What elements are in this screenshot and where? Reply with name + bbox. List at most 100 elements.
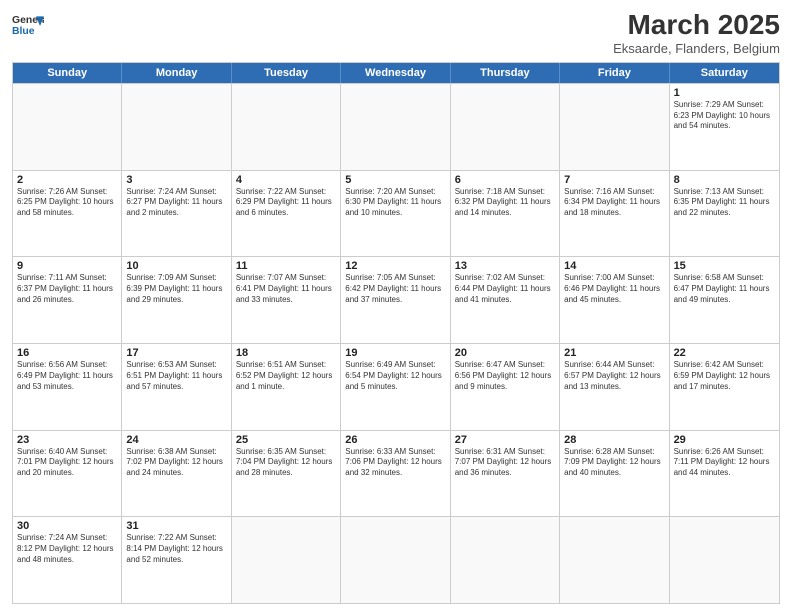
calendar-row-2: 9Sunrise: 7:11 AM Sunset: 6:37 PM Daylig… xyxy=(13,256,779,343)
calendar-cell-empty xyxy=(341,517,450,603)
day-info: Sunrise: 7:13 AM Sunset: 6:35 PM Dayligh… xyxy=(674,187,775,219)
day-info: Sunrise: 6:42 AM Sunset: 6:59 PM Dayligh… xyxy=(674,360,775,392)
svg-text:Blue: Blue xyxy=(12,26,35,37)
calendar-cell-day-12: 12Sunrise: 7:05 AM Sunset: 6:42 PM Dayli… xyxy=(341,257,450,343)
day-info: Sunrise: 7:29 AM Sunset: 6:23 PM Dayligh… xyxy=(674,100,775,132)
day-info: Sunrise: 7:22 AM Sunset: 8:14 PM Dayligh… xyxy=(126,533,226,565)
day-number: 10 xyxy=(126,260,226,272)
calendar-cell-empty xyxy=(451,84,560,170)
calendar-cell-day-22: 22Sunrise: 6:42 AM Sunset: 6:59 PM Dayli… xyxy=(670,344,779,430)
day-info: Sunrise: 6:53 AM Sunset: 6:51 PM Dayligh… xyxy=(126,360,226,392)
calendar-cell-empty xyxy=(451,517,560,603)
calendar-page: General Blue March 2025 Eksaarde, Flande… xyxy=(0,0,792,612)
day-number: 13 xyxy=(455,260,555,272)
calendar-cell-day-7: 7Sunrise: 7:16 AM Sunset: 6:34 PM Daylig… xyxy=(560,171,669,257)
day-info: Sunrise: 6:28 AM Sunset: 7:09 PM Dayligh… xyxy=(564,447,664,479)
calendar-cell-empty xyxy=(122,84,231,170)
day-number: 6 xyxy=(455,174,555,186)
calendar-cell-day-29: 29Sunrise: 6:26 AM Sunset: 7:11 PM Dayli… xyxy=(670,431,779,517)
day-info: Sunrise: 6:49 AM Sunset: 6:54 PM Dayligh… xyxy=(345,360,445,392)
day-info: Sunrise: 7:07 AM Sunset: 6:41 PM Dayligh… xyxy=(236,273,336,305)
calendar-cell-day-23: 23Sunrise: 6:40 AM Sunset: 7:01 PM Dayli… xyxy=(13,431,122,517)
day-info: Sunrise: 6:47 AM Sunset: 6:56 PM Dayligh… xyxy=(455,360,555,392)
calendar-cell-day-18: 18Sunrise: 6:51 AM Sunset: 6:52 PM Dayli… xyxy=(232,344,341,430)
day-info: Sunrise: 6:38 AM Sunset: 7:02 PM Dayligh… xyxy=(126,447,226,479)
calendar-cell-day-4: 4Sunrise: 7:22 AM Sunset: 6:29 PM Daylig… xyxy=(232,171,341,257)
day-info: Sunrise: 7:22 AM Sunset: 6:29 PM Dayligh… xyxy=(236,187,336,219)
calendar-cell-day-28: 28Sunrise: 6:28 AM Sunset: 7:09 PM Dayli… xyxy=(560,431,669,517)
calendar-cell-day-13: 13Sunrise: 7:02 AM Sunset: 6:44 PM Dayli… xyxy=(451,257,560,343)
calendar: SundayMondayTuesdayWednesdayThursdayFrid… xyxy=(12,62,780,604)
calendar-cell-day-25: 25Sunrise: 6:35 AM Sunset: 7:04 PM Dayli… xyxy=(232,431,341,517)
day-info: Sunrise: 6:35 AM Sunset: 7:04 PM Dayligh… xyxy=(236,447,336,479)
calendar-cell-day-8: 8Sunrise: 7:13 AM Sunset: 6:35 PM Daylig… xyxy=(670,171,779,257)
logo: General Blue xyxy=(12,10,44,42)
day-info: Sunrise: 6:31 AM Sunset: 7:07 PM Dayligh… xyxy=(455,447,555,479)
calendar-row-3: 16Sunrise: 6:56 AM Sunset: 6:49 PM Dayli… xyxy=(13,343,779,430)
calendar-row-4: 23Sunrise: 6:40 AM Sunset: 7:01 PM Dayli… xyxy=(13,430,779,517)
calendar-cell-day-1: 1Sunrise: 7:29 AM Sunset: 6:23 PM Daylig… xyxy=(670,84,779,170)
calendar-header: SundayMondayTuesdayWednesdayThursdayFrid… xyxy=(13,63,779,83)
day-info: Sunrise: 7:11 AM Sunset: 6:37 PM Dayligh… xyxy=(17,273,117,305)
day-number: 28 xyxy=(564,434,664,446)
calendar-cell-day-16: 16Sunrise: 6:56 AM Sunset: 6:49 PM Dayli… xyxy=(13,344,122,430)
day-number: 29 xyxy=(674,434,775,446)
day-number: 31 xyxy=(126,520,226,532)
calendar-cell-day-30: 30Sunrise: 7:24 AM Sunset: 8:12 PM Dayli… xyxy=(13,517,122,603)
calendar-cell-day-9: 9Sunrise: 7:11 AM Sunset: 6:37 PM Daylig… xyxy=(13,257,122,343)
calendar-body: 1Sunrise: 7:29 AM Sunset: 6:23 PM Daylig… xyxy=(13,83,779,603)
title-block: March 2025 Eksaarde, Flanders, Belgium xyxy=(613,10,780,56)
calendar-cell-day-14: 14Sunrise: 7:00 AM Sunset: 6:46 PM Dayli… xyxy=(560,257,669,343)
day-number: 17 xyxy=(126,347,226,359)
day-number: 22 xyxy=(674,347,775,359)
calendar-cell-empty xyxy=(232,84,341,170)
day-number: 25 xyxy=(236,434,336,446)
day-number: 21 xyxy=(564,347,664,359)
calendar-cell-empty xyxy=(341,84,450,170)
calendar-cell-empty xyxy=(560,84,669,170)
day-number: 27 xyxy=(455,434,555,446)
day-number: 14 xyxy=(564,260,664,272)
day-info: Sunrise: 7:09 AM Sunset: 6:39 PM Dayligh… xyxy=(126,273,226,305)
calendar-cell-day-31: 31Sunrise: 7:22 AM Sunset: 8:14 PM Dayli… xyxy=(122,517,231,603)
calendar-cell-day-3: 3Sunrise: 7:24 AM Sunset: 6:27 PM Daylig… xyxy=(122,171,231,257)
day-number: 19 xyxy=(345,347,445,359)
calendar-row-5: 30Sunrise: 7:24 AM Sunset: 8:12 PM Dayli… xyxy=(13,516,779,603)
day-info: Sunrise: 6:44 AM Sunset: 6:57 PM Dayligh… xyxy=(564,360,664,392)
day-number: 7 xyxy=(564,174,664,186)
day-number: 26 xyxy=(345,434,445,446)
day-number: 16 xyxy=(17,347,117,359)
day-number: 3 xyxy=(126,174,226,186)
calendar-cell-day-17: 17Sunrise: 6:53 AM Sunset: 6:51 PM Dayli… xyxy=(122,344,231,430)
weekday-header-friday: Friday xyxy=(560,63,669,83)
day-number: 9 xyxy=(17,260,117,272)
day-info: Sunrise: 7:16 AM Sunset: 6:34 PM Dayligh… xyxy=(564,187,664,219)
day-number: 1 xyxy=(674,87,775,99)
day-info: Sunrise: 7:02 AM Sunset: 6:44 PM Dayligh… xyxy=(455,273,555,305)
day-number: 2 xyxy=(17,174,117,186)
day-number: 12 xyxy=(345,260,445,272)
weekday-header-monday: Monday xyxy=(122,63,231,83)
day-number: 24 xyxy=(126,434,226,446)
day-info: Sunrise: 6:26 AM Sunset: 7:11 PM Dayligh… xyxy=(674,447,775,479)
calendar-cell-day-19: 19Sunrise: 6:49 AM Sunset: 6:54 PM Dayli… xyxy=(341,344,450,430)
calendar-cell-day-15: 15Sunrise: 6:58 AM Sunset: 6:47 PM Dayli… xyxy=(670,257,779,343)
calendar-cell-day-10: 10Sunrise: 7:09 AM Sunset: 6:39 PM Dayli… xyxy=(122,257,231,343)
day-number: 18 xyxy=(236,347,336,359)
weekday-header-wednesday: Wednesday xyxy=(341,63,450,83)
weekday-header-saturday: Saturday xyxy=(670,63,779,83)
generalblue-logo-icon: General Blue xyxy=(12,10,44,42)
calendar-cell-day-5: 5Sunrise: 7:20 AM Sunset: 6:30 PM Daylig… xyxy=(341,171,450,257)
calendar-cell-day-27: 27Sunrise: 6:31 AM Sunset: 7:07 PM Dayli… xyxy=(451,431,560,517)
weekday-header-thursday: Thursday xyxy=(451,63,560,83)
calendar-cell-day-2: 2Sunrise: 7:26 AM Sunset: 6:25 PM Daylig… xyxy=(13,171,122,257)
day-info: Sunrise: 6:51 AM Sunset: 6:52 PM Dayligh… xyxy=(236,360,336,392)
month-year-title: March 2025 xyxy=(613,10,780,41)
day-number: 5 xyxy=(345,174,445,186)
calendar-row-0: 1Sunrise: 7:29 AM Sunset: 6:23 PM Daylig… xyxy=(13,83,779,170)
day-info: Sunrise: 7:18 AM Sunset: 6:32 PM Dayligh… xyxy=(455,187,555,219)
day-number: 15 xyxy=(674,260,775,272)
weekday-header-tuesday: Tuesday xyxy=(232,63,341,83)
day-info: Sunrise: 7:00 AM Sunset: 6:46 PM Dayligh… xyxy=(564,273,664,305)
day-info: Sunrise: 7:20 AM Sunset: 6:30 PM Dayligh… xyxy=(345,187,445,219)
